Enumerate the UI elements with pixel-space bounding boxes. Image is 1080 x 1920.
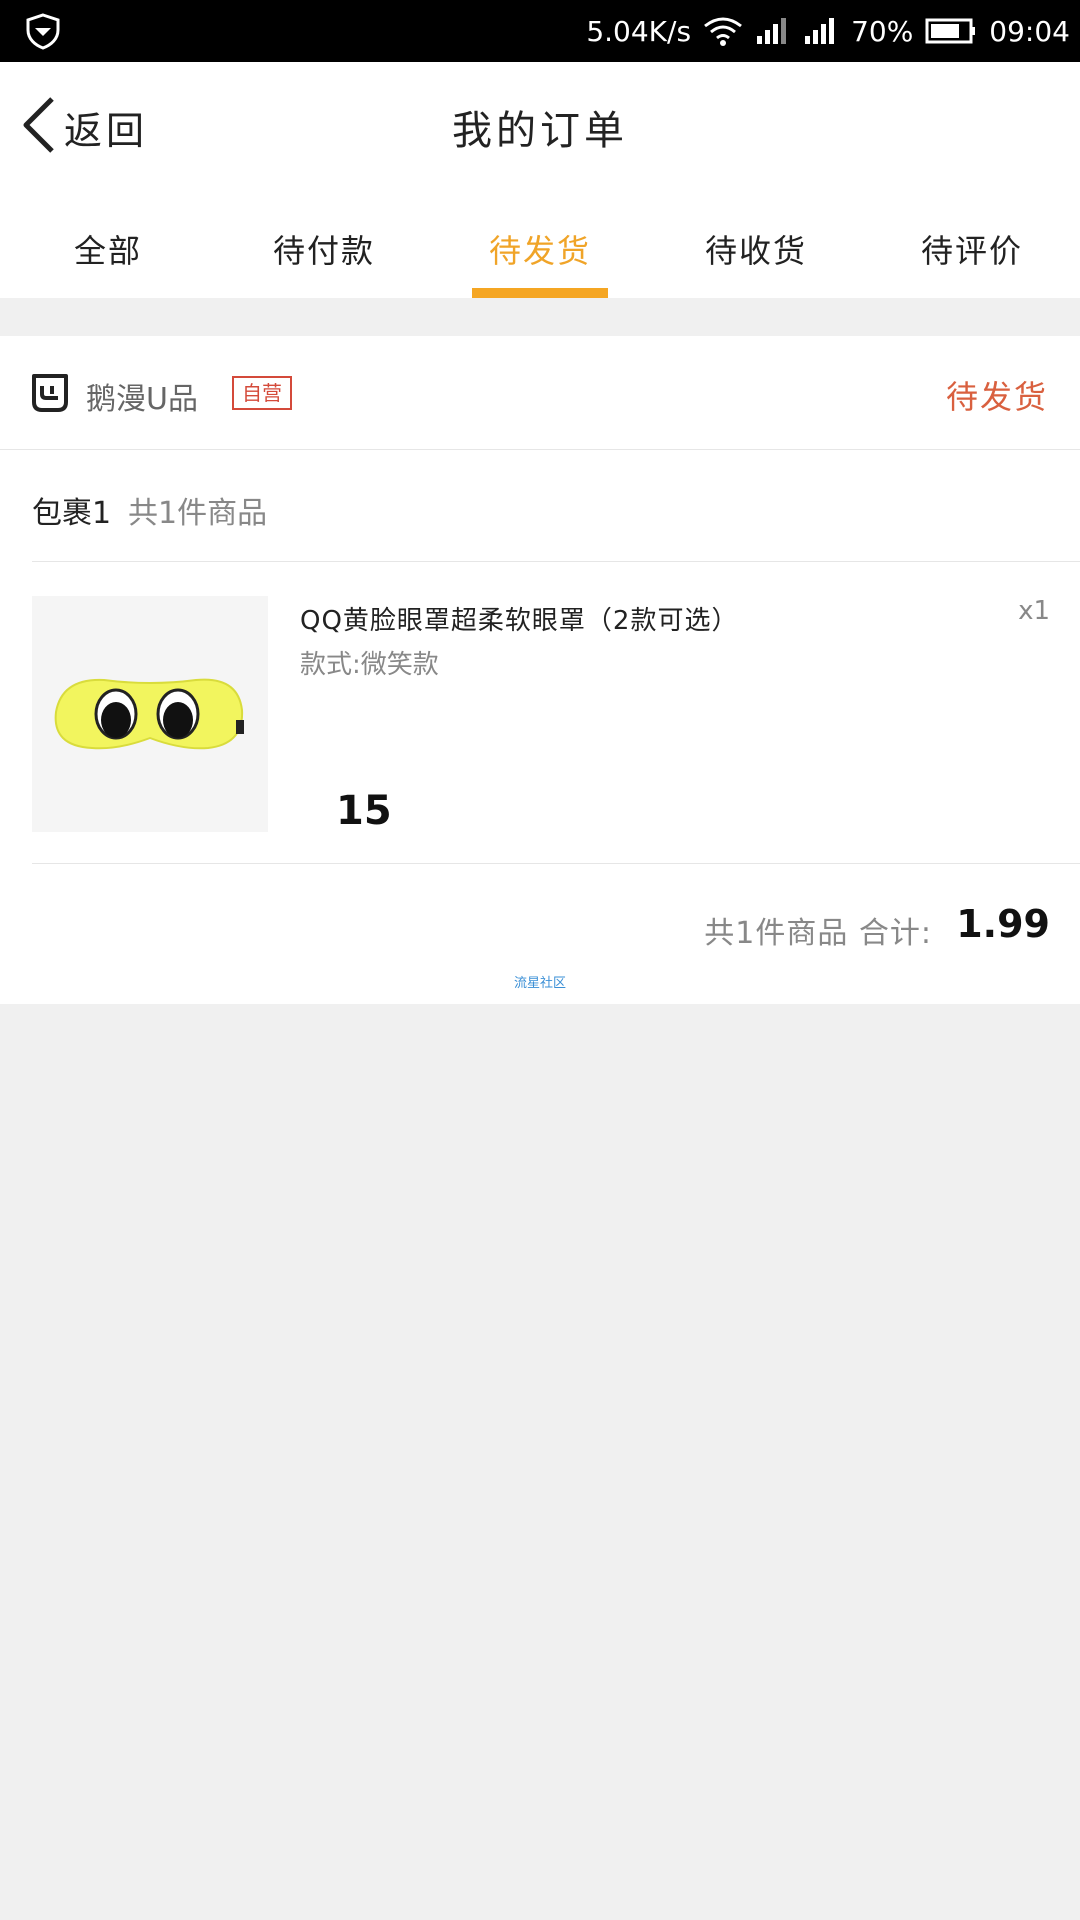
package-label: 包裹1	[32, 496, 112, 531]
battery-percent: 70%	[851, 14, 914, 48]
package-count: 共1件商品	[128, 496, 268, 531]
tab-pending-payment[interactable]: 待付款	[216, 194, 432, 298]
wifi-icon	[703, 16, 743, 46]
tab-indicator	[472, 288, 608, 298]
self-operated-badge: 自营	[232, 376, 292, 410]
page-title: 我的订单	[452, 108, 628, 154]
product-thumbnail[interactable]	[32, 596, 268, 832]
tab-label: 待收货	[704, 232, 807, 270]
tab-label: 待付款	[272, 232, 375, 270]
store-row[interactable]: 鹅漫U品 自营 待发货	[0, 336, 1080, 450]
tab-pending-receipt[interactable]: 待收货	[648, 194, 864, 298]
tab-label: 全部	[73, 232, 142, 270]
order-card[interactable]: 鹅漫U品 自营 待发货 包裹1 共1件商品 QQ黄脸眼罩超柔软眼罩（2款可选） …	[0, 336, 1080, 1004]
tab-pending-review[interactable]: 待评价	[864, 194, 1080, 298]
product-title[interactable]: QQ黄脸眼罩超柔软眼罩（2款可选）	[300, 600, 1000, 637]
tab-label: 待评价	[920, 232, 1023, 270]
signal-icon-2	[803, 16, 839, 46]
tab-all[interactable]: 全部	[0, 194, 216, 298]
product-quantity: x1	[1018, 596, 1050, 626]
eye-mask-image	[54, 678, 244, 750]
tab-pending-shipment[interactable]: 待发货	[432, 194, 648, 298]
battery-icon	[925, 17, 977, 45]
store-name: 鹅漫U品	[86, 382, 198, 417]
tab-bar: 全部 待付款 待发货 待收货 待评价	[0, 194, 1080, 298]
product-style: 款式:微笑款	[300, 650, 439, 680]
shield-icon	[24, 12, 62, 50]
total-row: 共1件商品 合计: 1.99 流星社区	[0, 864, 1080, 1004]
order-status: 待发货	[945, 378, 1048, 416]
watermark: 流星社区	[513, 976, 566, 991]
network-speed: 5.04K/s	[586, 14, 692, 48]
nav-bar: 返回 我的订单	[0, 62, 1080, 194]
total-amount: 1.99	[956, 902, 1050, 946]
clock: 09:04	[989, 14, 1070, 48]
store-icon	[30, 372, 70, 414]
signal-icon	[755, 16, 791, 46]
status-bar: 5.04K/s 70% 09:04	[0, 0, 1080, 62]
product-price: 15	[336, 788, 392, 834]
package-row: 包裹1 共1件商品	[32, 450, 1080, 562]
total-label: 共1件商品 合计:	[704, 916, 932, 951]
tab-label: 待发货	[488, 232, 591, 270]
product-row[interactable]: QQ黄脸眼罩超柔软眼罩（2款可选） 款式:微笑款 x1 15	[32, 562, 1080, 864]
